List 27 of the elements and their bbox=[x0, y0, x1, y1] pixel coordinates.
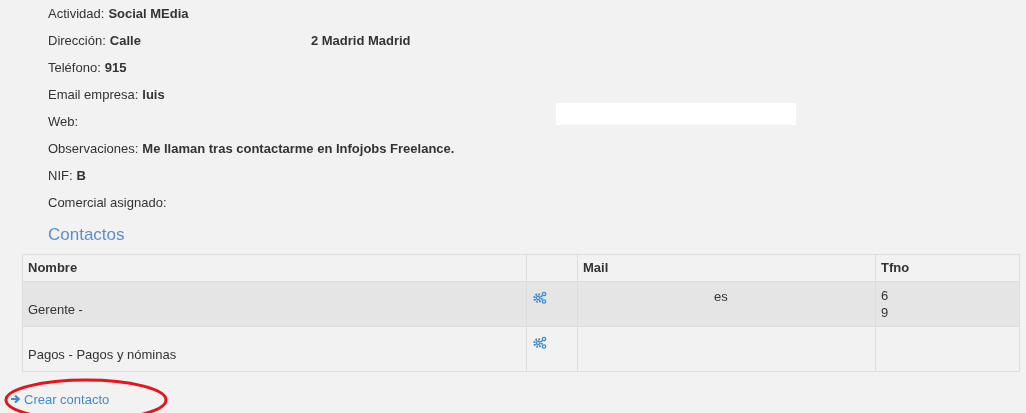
field-label: Web: bbox=[48, 112, 79, 131]
field-value: Calle bbox=[109, 31, 141, 50]
table-cell: 9 bbox=[881, 303, 889, 321]
field-value: luis bbox=[142, 85, 165, 104]
section-heading: Contactos bbox=[48, 225, 125, 244]
table-cell: Pagos - Pagos y nóminas bbox=[28, 347, 177, 362]
field-label: Actividad: bbox=[48, 4, 105, 23]
field-label: Observaciones: bbox=[48, 139, 139, 158]
field-label: NIF: bbox=[48, 166, 73, 185]
table-cell: 6 bbox=[881, 286, 889, 304]
table-cell: Gerente - bbox=[28, 302, 83, 317]
gears-icon[interactable] bbox=[533, 335, 547, 349]
column-header: Nombre bbox=[22, 254, 527, 281]
field-value: 915 bbox=[104, 58, 127, 77]
field-value: Social MEdia bbox=[108, 4, 189, 23]
field-value: 2 Madrid Madrid bbox=[310, 31, 411, 50]
field-value: Me llaman tras contactarme en Infojobs Freelance. bbox=[142, 139, 455, 158]
column-header: Mail bbox=[577, 254, 876, 281]
field-label: Email empresa: bbox=[48, 85, 139, 104]
table-cell: es bbox=[714, 288, 728, 304]
field-label: Teléfono: bbox=[48, 58, 101, 77]
gears-icon[interactable] bbox=[533, 290, 547, 304]
arrow-right-icon bbox=[10, 394, 21, 405]
column-header: Tfno bbox=[875, 254, 1020, 281]
field-label: Comercial asignado: bbox=[48, 193, 167, 212]
field-label: Dirección: bbox=[48, 31, 106, 50]
field-value: B bbox=[76, 166, 86, 185]
